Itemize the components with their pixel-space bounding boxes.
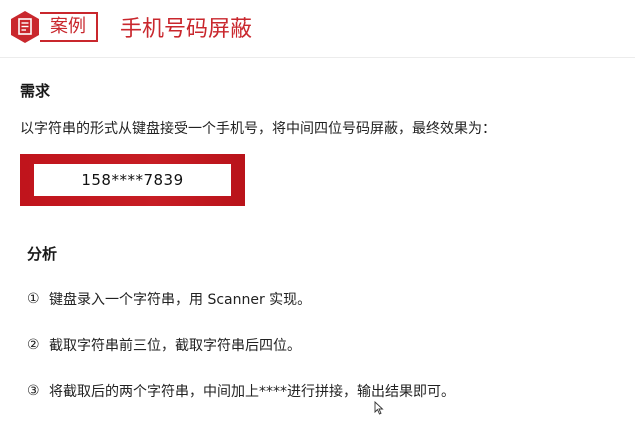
result-box: 158****7839 xyxy=(20,154,245,206)
step-text: 键盘录入一个字符串，用 Scanner 实现。 xyxy=(49,292,312,308)
step-text: 截取字符串前三位，截取字符串后四位。 xyxy=(49,338,301,354)
case-tag: 案例 xyxy=(40,12,98,42)
step-text: 将截取后的两个字符串，中间加上****进行拼接，输出结果即可。 xyxy=(49,384,455,400)
requirement-heading: 需求 xyxy=(20,82,51,100)
analysis-step: ① 键盘录入一个字符串，用 Scanner 实现。 xyxy=(27,289,311,309)
analysis-heading: 分析 xyxy=(27,245,58,263)
step-number: ① xyxy=(27,291,40,307)
header-divider xyxy=(0,57,635,58)
slide-header: 案例 手机号码屏蔽 xyxy=(8,8,252,46)
result-value: 158****7839 xyxy=(34,164,231,196)
mouse-pointer-icon xyxy=(374,401,384,415)
analysis-step: ② 截取字符串前三位，截取字符串后四位。 xyxy=(27,335,301,355)
requirement-text: 以字符串的形式从键盘接受一个手机号，将中间四位号码屏蔽，最终效果为： xyxy=(20,121,496,137)
page-title: 手机号码屏蔽 xyxy=(120,17,253,42)
document-icon xyxy=(8,10,42,44)
analysis-step: ③ 将截取后的两个字符串，中间加上****进行拼接，输出结果即可。 xyxy=(27,381,455,401)
step-number: ③ xyxy=(27,383,40,399)
step-number: ② xyxy=(27,337,40,353)
